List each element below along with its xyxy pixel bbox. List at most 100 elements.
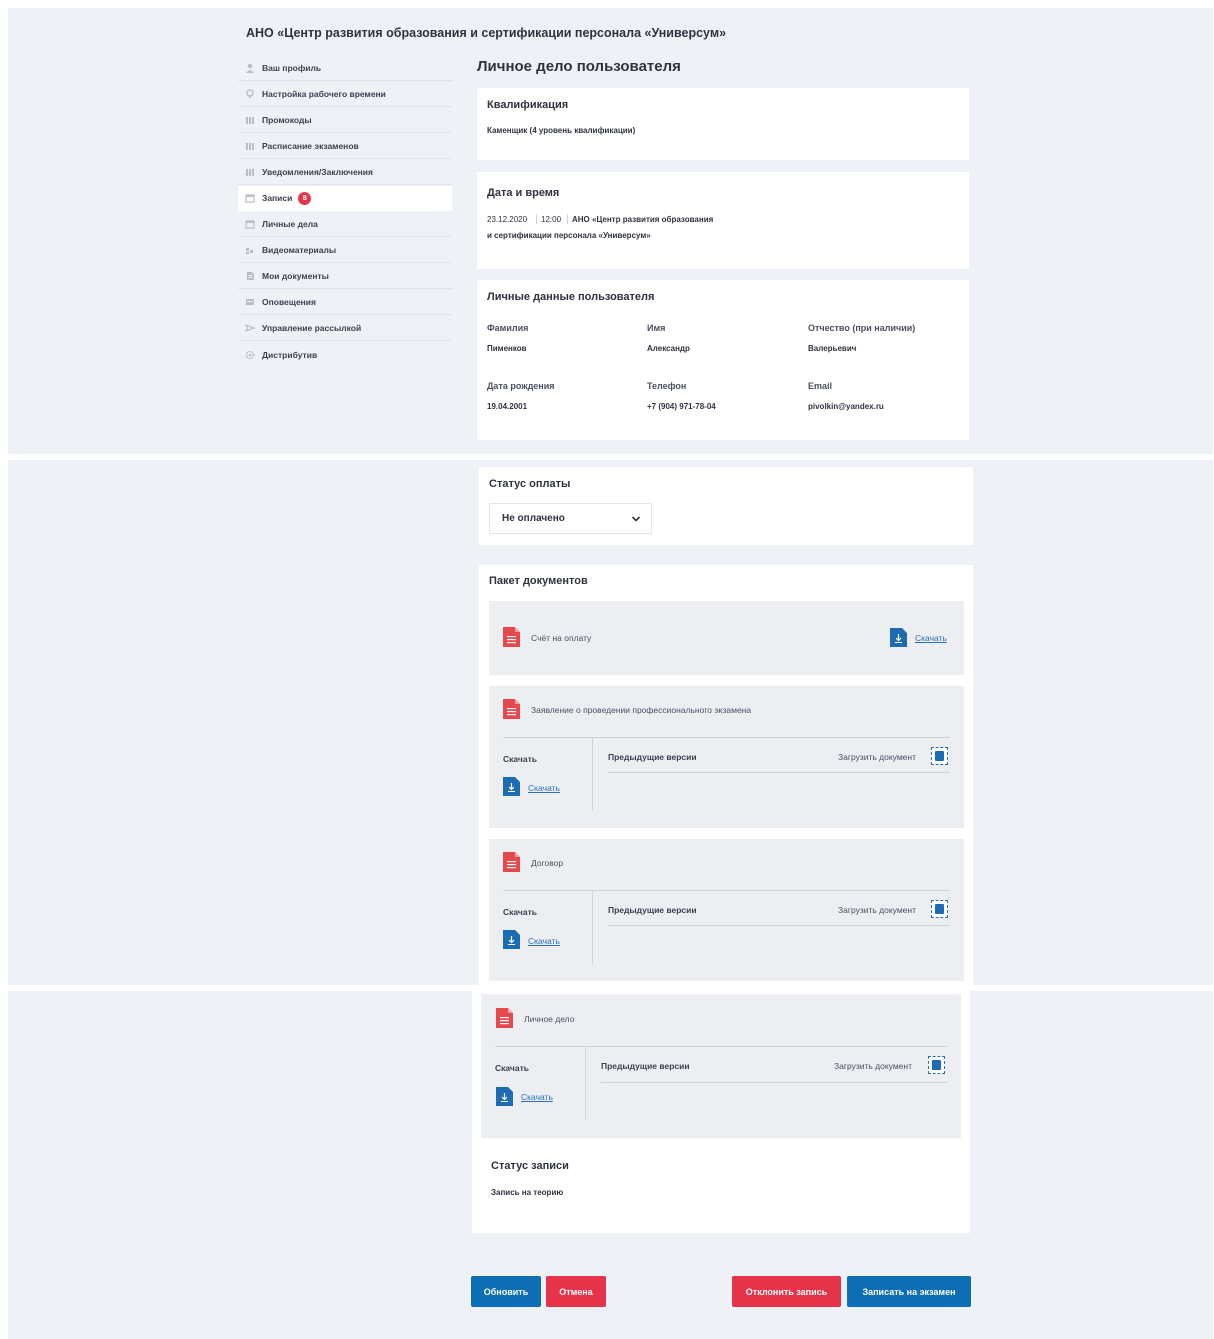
- phone-label: Телефон: [647, 381, 687, 391]
- document-red-icon: [503, 699, 520, 719]
- qualification-title: Квалификация: [487, 99, 569, 111]
- personal-file-download-link[interactable]: Скачать: [521, 1092, 553, 1102]
- sidebar-item-work-time[interactable]: Настройка рабочего времени: [238, 82, 452, 107]
- payment-status-title: Статус оплаты: [489, 478, 571, 490]
- personal-data-title: Личные данные пользователя: [487, 291, 655, 303]
- application-name: Заявление о проведении профессионального…: [531, 705, 752, 715]
- sidebar-item-personal-files[interactable]: Личные дела: [238, 212, 452, 237]
- exam-date: 23.12.2020: [487, 215, 528, 224]
- phone-value: +7 (904) 971-78-04: [647, 402, 716, 411]
- exam-place-line2: и сертификации персонала «Универсум»: [487, 231, 651, 240]
- contract-download-link[interactable]: Скачать: [528, 936, 560, 946]
- name-label: Имя: [647, 323, 666, 333]
- sidebar-item-label: Записи: [262, 193, 293, 203]
- previous-versions-label: Предыдущие версии: [608, 752, 697, 762]
- download-icon[interactable]: [503, 930, 520, 949]
- upload-icon[interactable]: [931, 900, 948, 918]
- download-icon[interactable]: [890, 628, 907, 647]
- sidebar-item-notifications[interactable]: Уведомления/Заключения: [238, 160, 452, 185]
- sidebar-item-label: Дистрибутив: [262, 349, 318, 360]
- sidebar-item-mailing[interactable]: Управление рассылкой: [238, 316, 452, 341]
- divider: [608, 925, 950, 926]
- reject-record-button[interactable]: Отклонить запись: [732, 1276, 841, 1307]
- invoice-download-link[interactable]: Скачать: [915, 633, 947, 643]
- cancel-button[interactable]: Отмена: [546, 1276, 606, 1307]
- personal-data-card: [477, 280, 969, 440]
- sidebar-item-label: Промокоды: [262, 115, 312, 125]
- sidebar-item-distributive[interactable]: Дистрибутив: [238, 342, 452, 367]
- email-label: Email: [808, 381, 833, 391]
- calendar-icon: [245, 193, 255, 203]
- sidebar-item-label: Расписание экзаменов: [262, 141, 359, 151]
- download-icon[interactable]: [503, 777, 520, 796]
- send-icon: [245, 323, 255, 333]
- sidebar-item-label: Ваш профиль: [262, 63, 322, 73]
- contract-name: Договор: [531, 858, 564, 868]
- enroll-exam-button[interactable]: Записать на экзамен: [847, 1276, 971, 1307]
- previous-versions-label: Предыдущие версии: [601, 1061, 690, 1071]
- documents-title: Пакет документов: [489, 575, 588, 587]
- sidebar-item-label: Личные дела: [262, 219, 318, 229]
- location-icon: [245, 89, 255, 99]
- sidebar-item-my-documents[interactable]: Мои документы: [238, 264, 452, 289]
- sidebar-item-promocodes[interactable]: Промокоды: [238, 108, 452, 133]
- surname-label: Фамилия: [487, 323, 529, 333]
- records-count-badge: 8: [298, 191, 312, 205]
- divider: [503, 890, 950, 891]
- surname-value: Пименков: [487, 344, 527, 353]
- sidebar-item-profile[interactable]: Ваш профиль: [238, 56, 452, 81]
- update-button[interactable]: Обновить: [471, 1276, 541, 1307]
- birth-date-label: Дата рождения: [487, 381, 555, 391]
- user-icon: [245, 63, 255, 73]
- divider: [495, 1046, 947, 1047]
- divider: [567, 214, 568, 224]
- patronymic-label: Отчество (при наличии): [808, 323, 916, 333]
- grid-icon: [245, 115, 255, 125]
- divider: [608, 772, 950, 773]
- previous-versions-label: Предыдущие версии: [608, 905, 697, 915]
- email-value: pivolkin@yandex.ru: [808, 402, 884, 411]
- organization-title: АНО «Центр развития образования и сертиф…: [246, 26, 727, 40]
- divider: [503, 737, 950, 738]
- exam-time: 12:00: [541, 215, 562, 224]
- document-icon: [245, 271, 255, 281]
- sidebar-item-label: Уведомления/Заключения: [262, 167, 373, 177]
- birth-date-value: 19.04.2001: [487, 402, 528, 411]
- download-icon[interactable]: [496, 1087, 513, 1106]
- divider: [585, 1046, 586, 1120]
- sidebar: Ваш профиль Настройка рабочего времени П…: [238, 56, 452, 368]
- gear-icon: [245, 350, 255, 360]
- grid-icon: [245, 141, 255, 151]
- qualification-value: Каменщик (4 уровень квалификации): [487, 126, 636, 135]
- record-status-value: Запись на теорию: [491, 1188, 564, 1197]
- download-column-label: Скачать: [503, 907, 537, 917]
- upload-document-label[interactable]: Загрузить документ: [834, 1061, 912, 1071]
- sidebar-item-exam-schedule[interactable]: Расписание экзаменов: [238, 134, 452, 159]
- sidebar-item-alerts[interactable]: Оповещения: [238, 290, 452, 315]
- invoice-name: Счёт на оплату: [531, 633, 592, 643]
- upload-document-label[interactable]: Загрузить документ: [838, 752, 916, 762]
- patronymic-value: Валерьевич: [808, 344, 857, 353]
- document-red-icon: [503, 627, 520, 647]
- application-download-link[interactable]: Скачать: [528, 783, 560, 793]
- sidebar-item-label: Оповещения: [262, 297, 316, 307]
- calendar-icon: [245, 219, 255, 229]
- video-icon: [245, 245, 255, 255]
- divider: [536, 214, 537, 224]
- payment-status-select[interactable]: Не оплачено: [489, 503, 652, 534]
- sidebar-item-records[interactable]: Записи 8: [238, 186, 452, 211]
- personal-file-name: Личное дело: [524, 1014, 575, 1024]
- download-column-label: Скачать: [503, 754, 537, 764]
- upload-icon[interactable]: [931, 747, 948, 765]
- divider: [592, 737, 593, 811]
- upload-document-label[interactable]: Загрузить документ: [838, 905, 916, 915]
- bell-icon: [245, 297, 255, 307]
- sidebar-item-label: Видеоматериалы: [262, 245, 337, 255]
- upload-icon[interactable]: [928, 1056, 945, 1074]
- datetime-title: Дата и время: [487, 187, 560, 199]
- grid-icon: [245, 167, 255, 177]
- chevron-down-icon: [631, 516, 641, 522]
- exam-place-line1: АНО «Центр развития образования: [572, 215, 714, 224]
- sidebar-item-videos[interactable]: Видеоматериалы: [238, 238, 452, 263]
- sidebar-item-label: Настройка рабочего времени: [262, 89, 386, 99]
